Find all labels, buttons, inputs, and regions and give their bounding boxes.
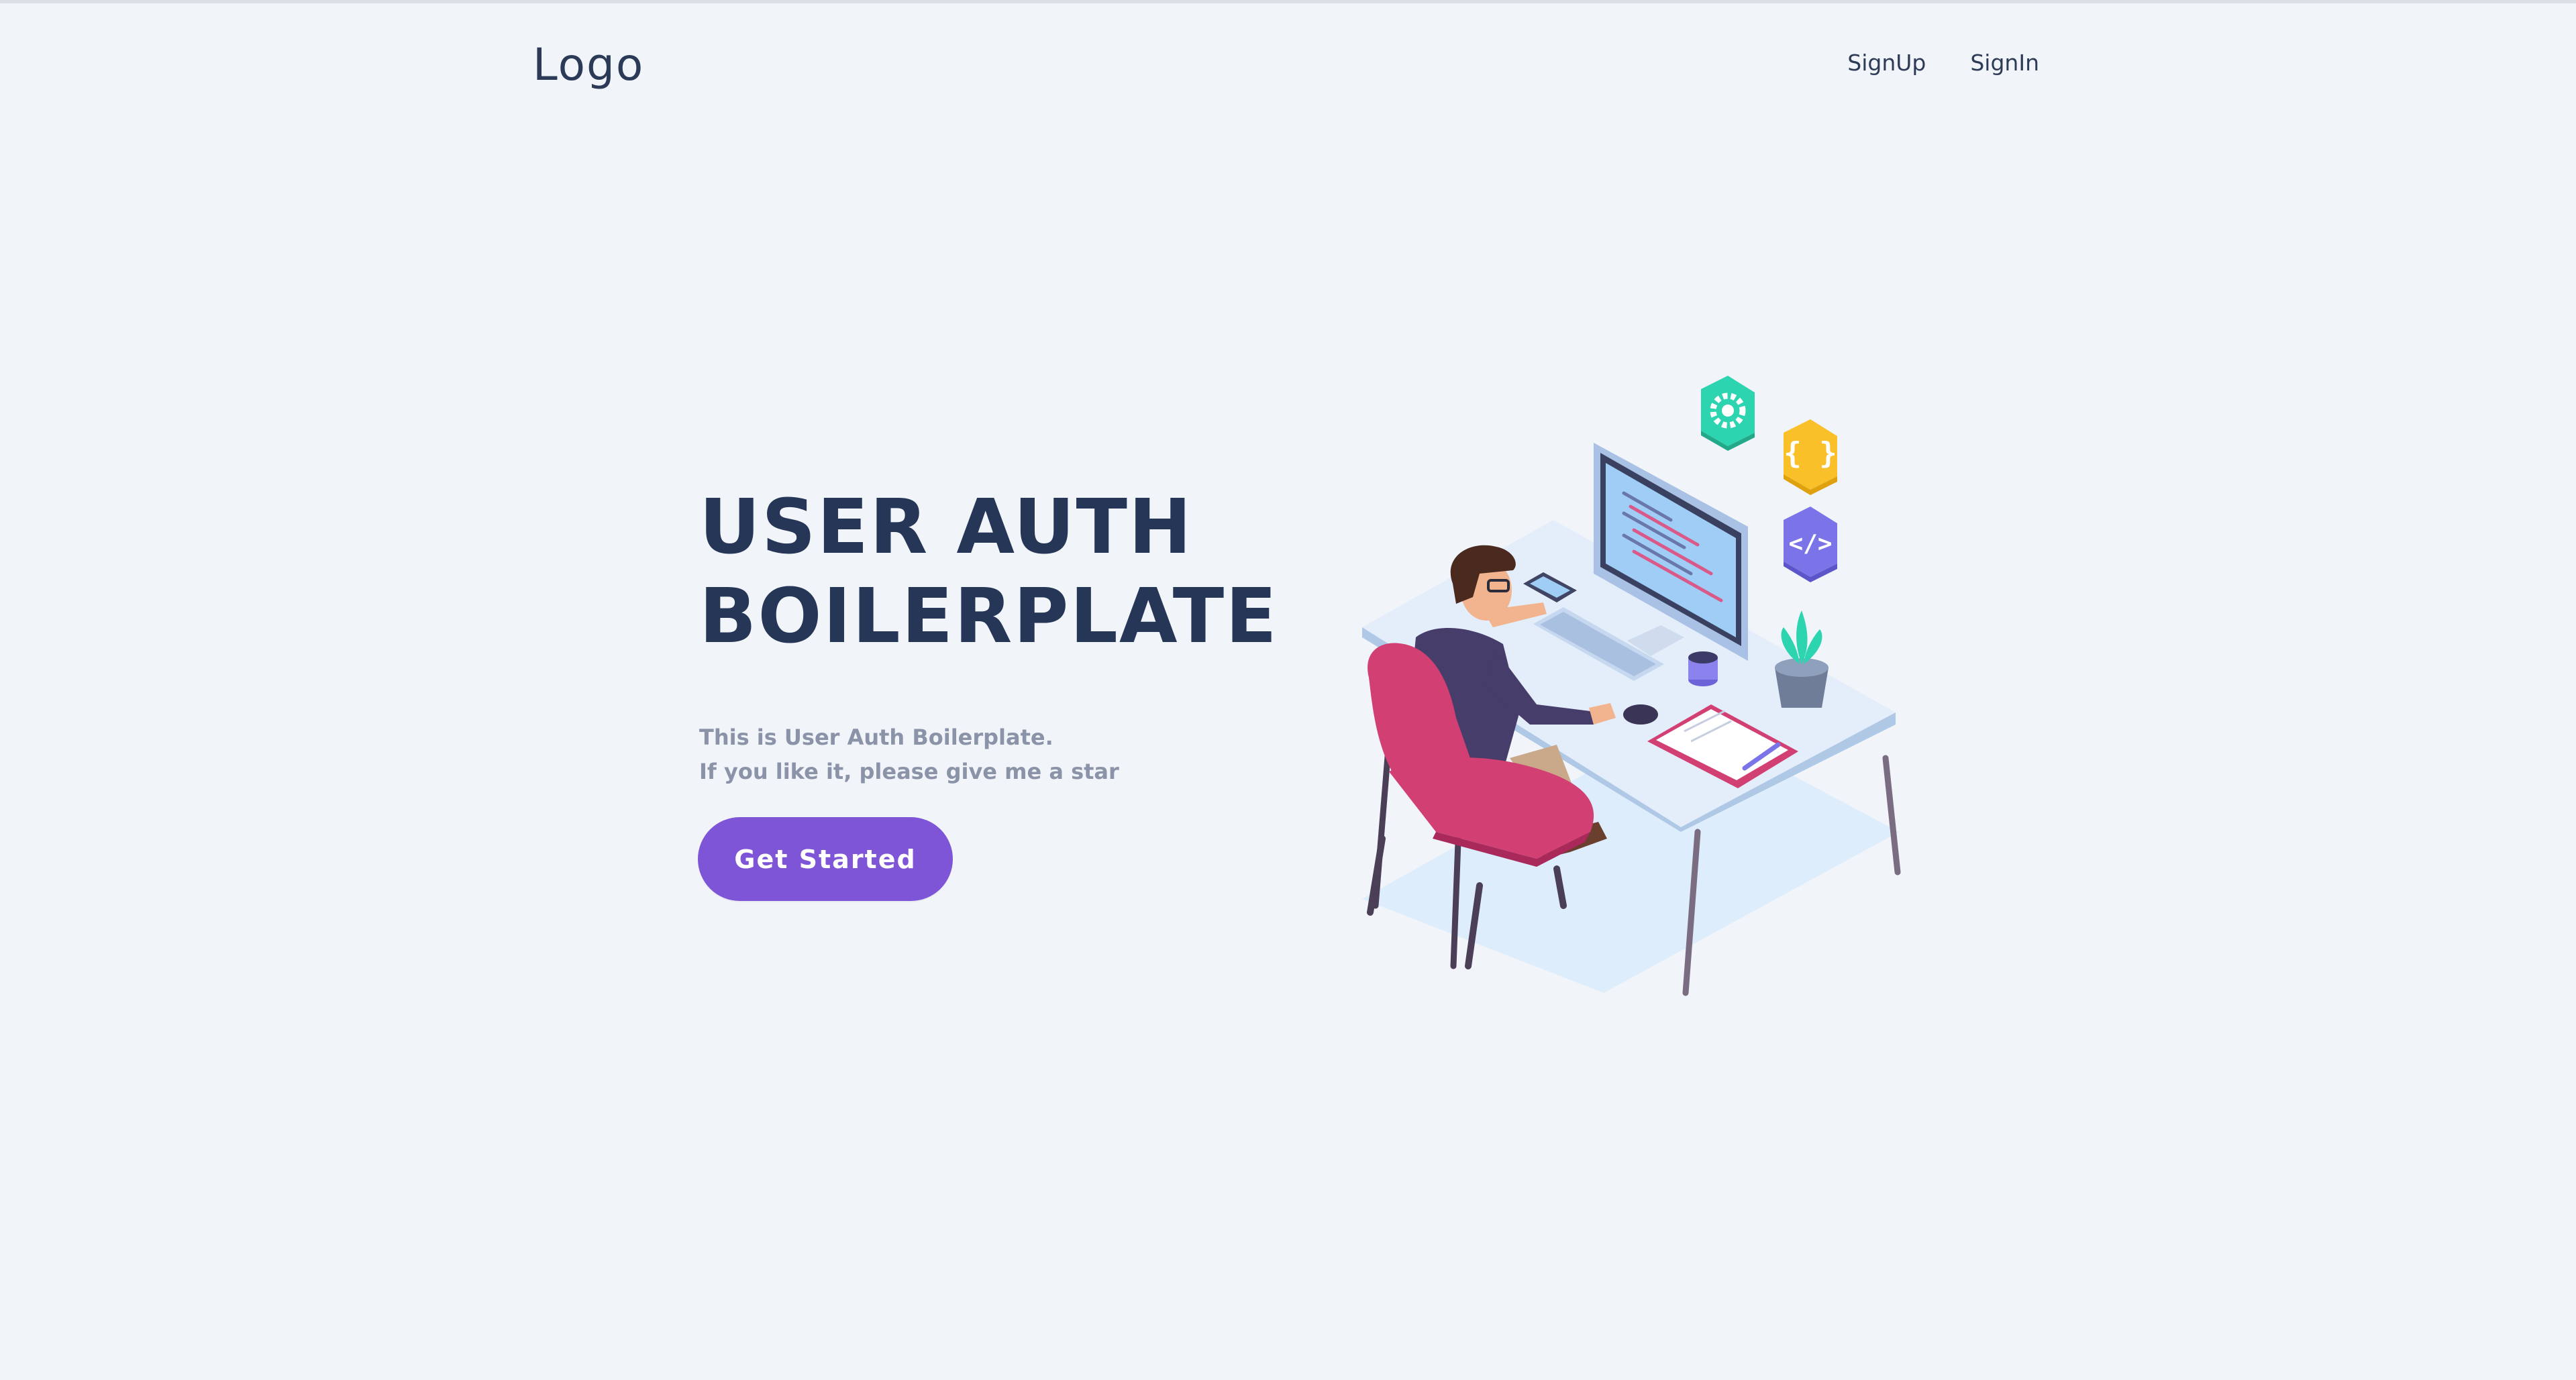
hero-subtitle: This is User Auth Boilerplate. If you li… <box>699 721 1119 789</box>
top-border <box>0 0 2576 3</box>
hero-subtitle-line-1: This is User Auth Boilerplate. <box>699 725 1053 750</box>
braces-tile: { } <box>1784 419 1837 495</box>
main-nav: SignUp SignIn <box>1847 50 2039 76</box>
mouse <box>1623 704 1658 725</box>
hero-title-line-2: BOILERPLATE <box>699 573 1278 660</box>
logo[interactable]: Logo <box>533 39 644 91</box>
get-started-button[interactable]: Get Started <box>698 817 953 901</box>
signup-link[interactable]: SignUp <box>1847 50 1926 76</box>
curly-braces-icon: { } <box>1784 436 1837 470</box>
hero-title: USER AUTH BOILERPLATE <box>699 483 1278 661</box>
code-tag-icon: </> <box>1788 530 1832 558</box>
developer-at-desk-illustration: { } </> <box>1362 376 1901 996</box>
hero-title-line-1: USER AUTH <box>699 484 1193 571</box>
desk-leg <box>1882 755 1901 875</box>
hero-subtitle-line-2: If you like it, please give me a star <box>699 759 1119 784</box>
gear-tile <box>1701 376 1755 451</box>
code-tag-tile: </> <box>1784 507 1837 582</box>
signin-link[interactable]: SignIn <box>1970 50 2039 76</box>
